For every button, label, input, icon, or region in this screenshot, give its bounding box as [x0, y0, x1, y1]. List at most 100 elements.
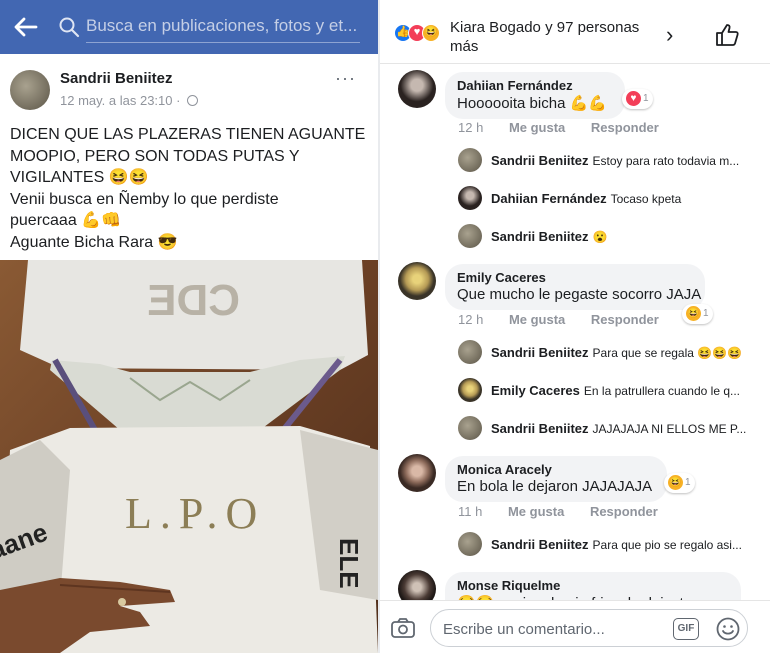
reply-author[interactable]: Sandrii Beniitez: [491, 421, 589, 436]
screenshot-collage: Sandrii Beniitez 12 may. a las 23:10 · ·…: [0, 0, 770, 653]
back-print-text: CDE: [147, 276, 240, 325]
comment-text: Que mucho le pegaste socorro JAJA: [457, 286, 702, 303]
post-timestamp[interactable]: 12 may. a las 23:10 ·: [60, 93, 199, 108]
reply-avatar[interactable]: [458, 186, 482, 210]
reaction-count: 1: [643, 93, 649, 105]
comment-input[interactable]: [443, 618, 663, 640]
reply-author[interactable]: Dahiian Fernández: [491, 191, 607, 206]
reply-item[interactable]: Dahiian Fernández Tocaso kpeta: [491, 191, 681, 206]
haha-reaction-icon: 😆: [422, 24, 440, 42]
chevron-right-icon[interactable]: ›: [666, 22, 673, 48]
commenter-avatar[interactable]: [398, 262, 436, 300]
commenter-avatar[interactable]: [398, 454, 436, 492]
reply-avatar[interactable]: [458, 224, 482, 248]
reply-item[interactable]: Emily Caceres En la patrullera cuando le …: [491, 383, 740, 398]
camera-icon[interactable]: [390, 616, 416, 640]
reply-author[interactable]: Sandrii Beniitez: [491, 153, 589, 168]
globe-icon: [187, 95, 199, 106]
reply-text: Tocaso kpeta: [610, 192, 682, 206]
comment-text: En bola le dejaron JAJAJAJA: [457, 478, 653, 495]
reply-text: JAJAJAJA NI ELLOS ME P...: [592, 422, 747, 436]
comment-bubble[interactable]: Monica Aracely En bola le dejaron JAJAJA…: [445, 456, 667, 502]
reply-comment-button[interactable]: Responder: [591, 120, 659, 135]
reply-text: En la patrullera cuando le q...: [583, 384, 741, 398]
top-search-bar: [0, 0, 378, 54]
reactions-summary: Kiara Bogado y 97 personas más: [450, 19, 640, 55]
like-comment-button[interactable]: Me gusta: [509, 312, 565, 327]
post-line: Aguante Bicha Rara 😎: [10, 233, 178, 251]
reply-avatar[interactable]: [458, 148, 482, 172]
reply-avatar[interactable]: [458, 378, 482, 402]
reply-item[interactable]: Sandrii Beniitez Estoy para rato todavia …: [491, 153, 739, 168]
reactions-header[interactable]: 👍 ♥ 😆 Kiara Bogado y 97 personas más ›: [380, 0, 770, 64]
reaction-icons: 👍 ♥ 😆: [394, 24, 452, 44]
post-text: DICEN QUE LAS PLAZERAS TIENEN AGUANTE MO…: [10, 124, 372, 253]
search-box[interactable]: [52, 10, 368, 44]
like-comment-button[interactable]: Me gusta: [508, 504, 564, 519]
comment-text: Hoooooita bicha 💪💪: [457, 95, 607, 112]
post-line: VIGILANTES 😆😆: [10, 169, 149, 186]
search-underline: [86, 42, 360, 43]
reply-text: 😮: [592, 230, 608, 244]
reply-comment-button[interactable]: Responder: [591, 312, 659, 327]
reply-item[interactable]: Sandrii Beniitez Para que pio se regalo a…: [491, 537, 742, 552]
comment-actions: 11 h Me gusta Responder: [458, 504, 680, 519]
reply-author[interactable]: Sandrii Beniitez: [491, 537, 589, 552]
right-sleeve-print: ELE: [334, 538, 364, 589]
more-options-icon[interactable]: ···: [335, 68, 356, 89]
jersey-photo-illustration: CDE aane ELE L.P.O: [0, 260, 378, 653]
comment-time: 11 h: [458, 504, 483, 519]
post-line: puercaaa 💪👊: [10, 212, 122, 229]
reply-item[interactable]: Sandrii Beniitez 😮: [491, 229, 607, 244]
reaction-count: 1: [703, 308, 709, 320]
post-line: Venii busca en Ñemby lo que perdiste: [10, 190, 279, 208]
comment-author[interactable]: Dahiian Fernández: [457, 78, 613, 93]
commenter-avatar[interactable]: [398, 70, 436, 108]
comment-input-box[interactable]: GIF: [430, 609, 748, 647]
post-photo[interactable]: CDE aane ELE L.P.O: [0, 260, 378, 653]
comments-panel: 👍 ♥ 😆 Kiara Bogado y 97 personas más › D…: [380, 0, 770, 653]
reply-avatar[interactable]: [458, 532, 482, 556]
reply-text: Estoy para rato todavia m...: [592, 154, 740, 168]
reply-avatar[interactable]: [458, 416, 482, 440]
shirt-letters-print: L.P.O: [125, 489, 265, 538]
comment-composer: GIF: [380, 600, 770, 653]
comment-time: 12 h: [458, 312, 484, 327]
comment-actions: 12 h Me gusta Responder: [458, 120, 681, 135]
reply-item[interactable]: Sandrii Beniitez Para que se regala 😆😆😆: [491, 345, 742, 360]
back-arrow-icon[interactable]: [12, 15, 38, 39]
reply-author[interactable]: Emily Caceres: [491, 383, 580, 398]
reply-comment-button[interactable]: Responder: [590, 504, 658, 519]
haha-reaction-icon: 😆: [686, 306, 701, 321]
comment-time: 12 h: [458, 120, 484, 135]
post-author-name[interactable]: Sandrii Beniitez: [60, 70, 173, 87]
reply-text: Para que se regala 😆😆😆: [592, 346, 743, 360]
comment-actions: 12 h Me gusta Responder: [458, 312, 681, 327]
reaction-count-badge[interactable]: 😆 1: [664, 473, 695, 493]
emoji-icon[interactable]: [715, 616, 741, 642]
reply-author[interactable]: Sandrii Beniitez: [491, 229, 589, 244]
like-comment-button[interactable]: Me gusta: [509, 120, 565, 135]
post-time-text: 12 may. a las 23:10 ·: [60, 93, 185, 108]
comment-author[interactable]: Monica Aracely: [457, 462, 655, 477]
reaction-count-badge[interactable]: ♥ 1: [622, 89, 653, 109]
comment-bubble[interactable]: Emily Caceres Que mucho le pegaste socor…: [445, 264, 705, 310]
post-header: Sandrii Beniitez 12 may. a las 23:10 · ·…: [0, 54, 378, 120]
reaction-count: 1: [685, 477, 691, 489]
reply-avatar[interactable]: [458, 340, 482, 364]
comment-author[interactable]: Monse Riquelme: [457, 578, 729, 593]
haha-reaction-icon: 😆: [668, 475, 683, 490]
reply-author[interactable]: Sandrii Beniitez: [491, 345, 589, 360]
comment-bubble[interactable]: Dahiian Fernández Hoooooita bicha 💪💪: [445, 72, 625, 119]
author-avatar[interactable]: [10, 70, 50, 110]
reply-item[interactable]: Sandrii Beniitez JAJAJAJA NI ELLOS ME P..…: [491, 421, 746, 436]
comment-author[interactable]: Emily Caceres: [457, 270, 693, 285]
reaction-count-badge[interactable]: 😆 1: [682, 304, 713, 324]
search-icon: [59, 17, 80, 38]
gif-button[interactable]: GIF: [673, 618, 699, 640]
reply-text: Para que pio se regalo asi...: [592, 538, 742, 552]
search-input[interactable]: [86, 12, 366, 40]
like-thumb-icon[interactable]: [714, 22, 740, 48]
love-reaction-icon: ♥: [626, 91, 641, 106]
post-line: MOOPIO, PERO SON TODAS PUTAS Y: [10, 147, 300, 165]
